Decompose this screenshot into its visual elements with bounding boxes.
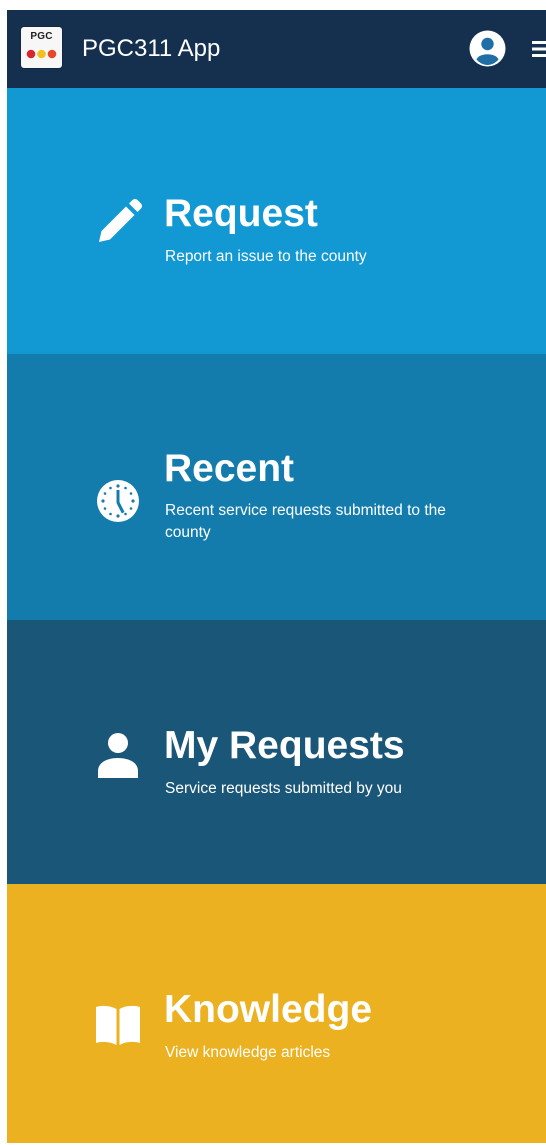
tile-knowledge-subtitle: View knowledge articles [165, 1044, 331, 1061]
tile-recent-heading: Recent [164, 447, 295, 490]
tile-recent-subtitle: Recent service requests submitted to the… [165, 502, 446, 541]
hamburger-menu-icon[interactable] [528, 39, 546, 59]
pencil-icon [99, 198, 143, 242]
top-app-bar: PGC PGC311 App [7, 10, 546, 88]
app-title: PGC311 App [82, 35, 221, 62]
tile-my-requests-subtitle: Service requests submitted by you [165, 780, 402, 797]
logo-text: PGC [30, 31, 53, 42]
tile-knowledge[interactable]: Knowledge View knowledge articles [7, 884, 546, 1143]
tile-my-requests-heading: My Requests [164, 724, 405, 767]
clock-icon [97, 480, 139, 522]
book-icon [96, 1005, 140, 1045]
app-logo: PGC [21, 27, 62, 68]
tile-knowledge-heading: Knowledge [164, 988, 373, 1031]
tile-request-heading: Request [164, 192, 318, 235]
tile-request-subtitle: Report an issue to the county [165, 248, 367, 265]
logo-dots-icon [26, 49, 57, 59]
tile-my-requests[interactable]: My Requests Service requests submitted b… [7, 620, 546, 884]
tile-request[interactable]: Request Report an issue to the county [7, 88, 546, 354]
app-frame: PGC PGC311 App Request Report an issue t… [7, 10, 546, 1143]
tile-recent[interactable]: Recent Recent service requests submitted… [7, 354, 546, 620]
person-icon [98, 733, 138, 778]
account-circle-icon[interactable] [469, 30, 506, 67]
